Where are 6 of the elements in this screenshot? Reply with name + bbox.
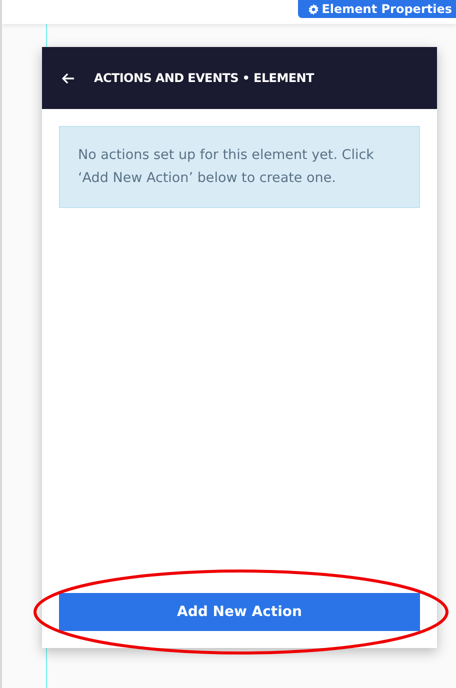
back-arrow-icon[interactable] [62,72,75,84]
gear-icon [308,4,319,14]
info-message: No actions set up for this element yet. Click ‘Add New Action’ below to create one. [59,126,420,208]
add-new-action-button[interactable]: Add New Action [59,593,420,631]
element-properties-button[interactable]: Element Properties [298,0,456,18]
panel-title: ACTIONS AND EVENTS • ELEMENT [94,71,314,85]
